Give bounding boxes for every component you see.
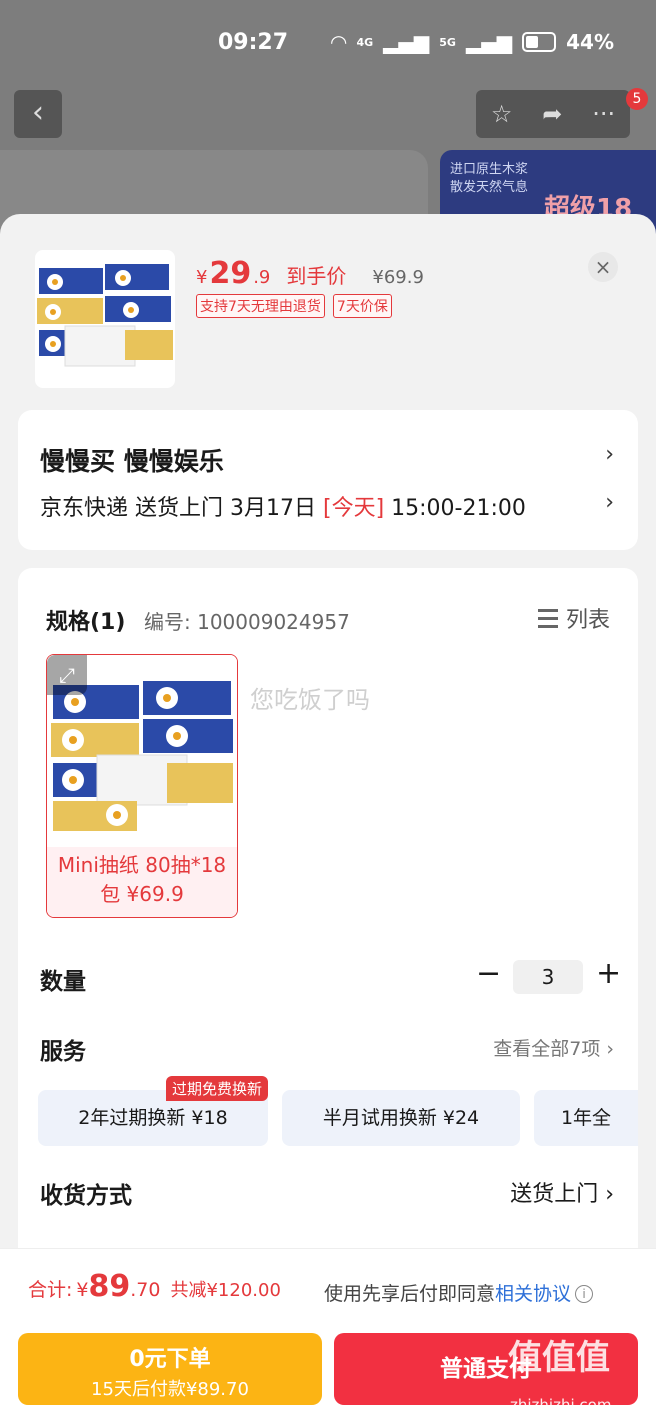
total-integer: 89	[88, 1269, 131, 1304]
agreement-prefix: 使用先享后付即同意	[324, 1283, 496, 1305]
more-icon[interactable]: ···	[592, 100, 615, 128]
total-decimal: .70	[130, 1279, 161, 1301]
service-badge: 过期免费换新	[166, 1076, 269, 1101]
price-row: ¥ 29 .9 到手价 ¥69.9	[196, 256, 424, 291]
total-label: 合计:	[28, 1279, 73, 1301]
product-code: 编号: 100009024957	[144, 610, 350, 634]
service-label: 服务	[40, 1039, 86, 1065]
spec-option-label-line2: 包 ¥69.9	[100, 882, 184, 906]
list-label: 列表	[565, 608, 610, 633]
spec-option-label: Mini抽纸 80抽*18 包 ¥69.9	[47, 847, 237, 917]
pay-later-title: 0元下单	[129, 1347, 211, 1372]
wifi-icon: ◠	[331, 30, 347, 54]
tissue-pack-image	[37, 264, 173, 367]
close-button[interactable]: ×	[588, 252, 618, 282]
delivery-window: 15:00-21:00	[384, 496, 526, 521]
quantity-input[interactable]: 3	[513, 960, 583, 994]
service-chip-halfmonth[interactable]: 半月试用换新 ¥24	[282, 1090, 520, 1146]
cell-signal-5g: 5G	[439, 35, 456, 49]
battery-icon	[522, 32, 557, 52]
banner-line-2: 散发天然气息	[450, 180, 529, 195]
message-badge: 5	[626, 88, 648, 110]
original-price: ¥69.9	[372, 267, 424, 288]
list-view-toggle[interactable]: 列表	[537, 602, 610, 634]
quantity-label: 数量	[40, 969, 86, 995]
price-symbol: ¥	[196, 267, 208, 288]
price-integer: 29	[209, 256, 252, 291]
spec-option-selected[interactable]: ⤢ Mini抽纸 80抽*18 包 ¥69.9	[46, 654, 238, 918]
quantity-plus-button[interactable]: +	[596, 956, 621, 991]
return-policy-tag: 支持7天无理由退货	[196, 294, 325, 318]
agreement-link[interactable]: 相关协议	[495, 1283, 571, 1305]
spec-option-label-line1: Mini抽纸 80抽*18	[57, 853, 227, 877]
view-all-services-link[interactable]: 查看全部7项 ›	[493, 1034, 614, 1061]
pay-later-button[interactable]: 0元下单 15天后付款¥89.70	[18, 1333, 322, 1405]
chevron-right-icon: ›	[605, 442, 614, 467]
total-symbol: ¥	[76, 1279, 89, 1301]
list-icon	[537, 607, 558, 629]
price-tag: 到手价	[286, 264, 347, 288]
status-icons: ◠ 4G ▂▄▆ 5G ▂▄▆ 44%	[331, 30, 614, 54]
back-button[interactable]: ‹	[14, 90, 62, 138]
spec-title: 规格(1)	[46, 610, 126, 635]
service-chip-1yr[interactable]: 1年全	[534, 1090, 638, 1146]
agreement-text: 使用先享后付即同意相关协议 i	[324, 1279, 594, 1306]
total-discount: 共减¥120.00	[170, 1280, 281, 1301]
receive-method-value[interactable]: 送货上门 ›	[510, 1176, 614, 1208]
signal-icon: ▂▄▆	[383, 30, 430, 54]
delivery-prefix: 京东快递 送货上门 3月17日	[40, 496, 323, 521]
favorite-icon[interactable]: ☆	[491, 100, 513, 128]
signal-icon-2: ▂▄▆	[465, 30, 513, 54]
site-watermark-url: zhizhizhi.com	[510, 1396, 612, 1414]
store-name: 慢慢买 慢慢娱乐	[40, 447, 224, 476]
status-bar: 09:27 ◠ 4G ▂▄▆ 5G ▂▄▆ 44%	[0, 0, 656, 88]
banner-line-1: 进口原生木浆	[450, 162, 529, 177]
service-tags: 支持7天无理由退货 7天价保	[196, 294, 392, 318]
price-protect-tag: 7天价保	[332, 294, 392, 318]
expand-icon[interactable]: ⤢	[47, 655, 87, 695]
quantity-minus-button[interactable]: −	[476, 956, 501, 991]
info-icon[interactable]: i	[575, 1285, 594, 1303]
chevron-right-icon[interactable]: ›	[605, 490, 614, 515]
pay-later-subtitle: 15天后付款¥89.70	[91, 1379, 249, 1400]
receive-method-label: 收货方式	[40, 1183, 132, 1209]
delivery-info: 京东快递 送货上门 3月17日 [今天] 15:00-21:00	[40, 490, 526, 522]
product-thumbnail[interactable]	[35, 250, 175, 388]
spec-selection-sheet: ¥ 29 .9 到手价 ¥69.9 支持7天无理由退货 7天价保 × 慢慢买 慢…	[0, 214, 656, 1424]
cell-signal-4g: 4G	[356, 35, 374, 49]
top-actions: ☆ ➦ ···	[476, 90, 630, 138]
status-time: 09:27	[218, 30, 289, 55]
total-price: 合计: ¥ 89 .70 共减¥120.00	[28, 1269, 281, 1304]
battery-percent: 44%	[566, 30, 614, 54]
store-card[interactable]: 慢慢买 慢慢娱乐 › 京东快递 送货上门 3月17日 [今天] 15:00-21…	[18, 410, 638, 550]
site-watermark: 值值值	[508, 1338, 610, 1378]
share-icon[interactable]: ➦	[542, 100, 562, 128]
delivery-today: [今天]	[322, 496, 385, 521]
price-decimal: .9	[253, 267, 271, 288]
floating-watermark: 您吃饭了吗	[250, 686, 370, 714]
